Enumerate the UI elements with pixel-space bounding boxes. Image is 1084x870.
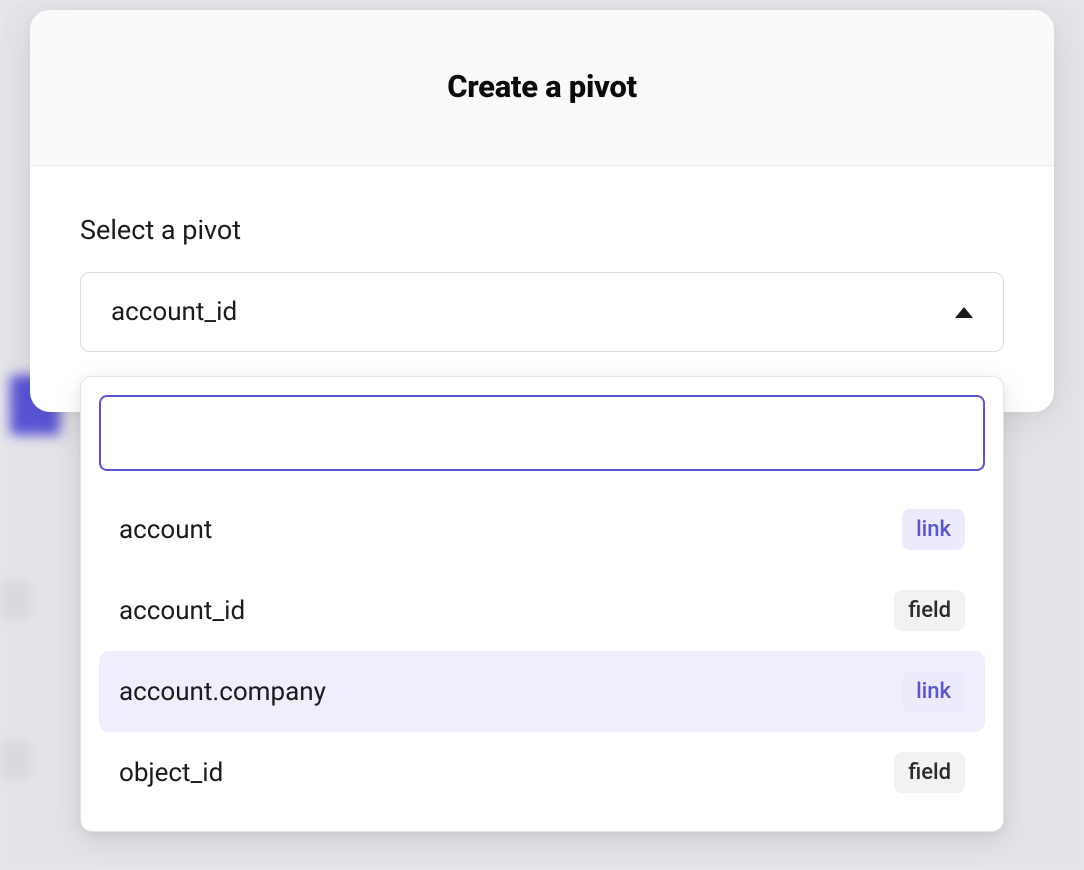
- pivot-option[interactable]: account.company link: [99, 651, 985, 732]
- modal-body: Select a pivot account_id accountlinkacc…: [30, 166, 1054, 412]
- pivot-option-label: object_id: [119, 758, 223, 788]
- pivot-search-input[interactable]: [99, 395, 985, 471]
- pivot-option-label: account: [119, 515, 212, 545]
- create-pivot-modal: Create a pivot Select a pivot account_id…: [30, 10, 1054, 412]
- pivot-dropdown: accountlinkaccount_idfieldaccount.compan…: [80, 376, 1004, 832]
- pivot-option-badge: field: [894, 590, 965, 631]
- pivot-select[interactable]: account_id: [80, 272, 1004, 352]
- modal-title: Create a pivot: [50, 68, 1034, 105]
- pivot-option-badge: link: [902, 509, 965, 550]
- pivot-field-label: Select a pivot: [80, 214, 1004, 246]
- pivot-option[interactable]: account_id field: [99, 570, 985, 651]
- pivot-option-label: account_id: [119, 596, 245, 626]
- pivot-select-value: account_id: [111, 297, 237, 327]
- modal-header: Create a pivot: [30, 10, 1054, 166]
- pivot-option-badge: field: [894, 752, 965, 793]
- pivot-option-label: account.company: [119, 677, 326, 707]
- pivot-option[interactable]: object_id field: [99, 732, 985, 813]
- caret-up-icon: [955, 307, 973, 318]
- pivot-option-badge: link: [902, 671, 965, 712]
- pivot-option[interactable]: account link: [99, 489, 985, 570]
